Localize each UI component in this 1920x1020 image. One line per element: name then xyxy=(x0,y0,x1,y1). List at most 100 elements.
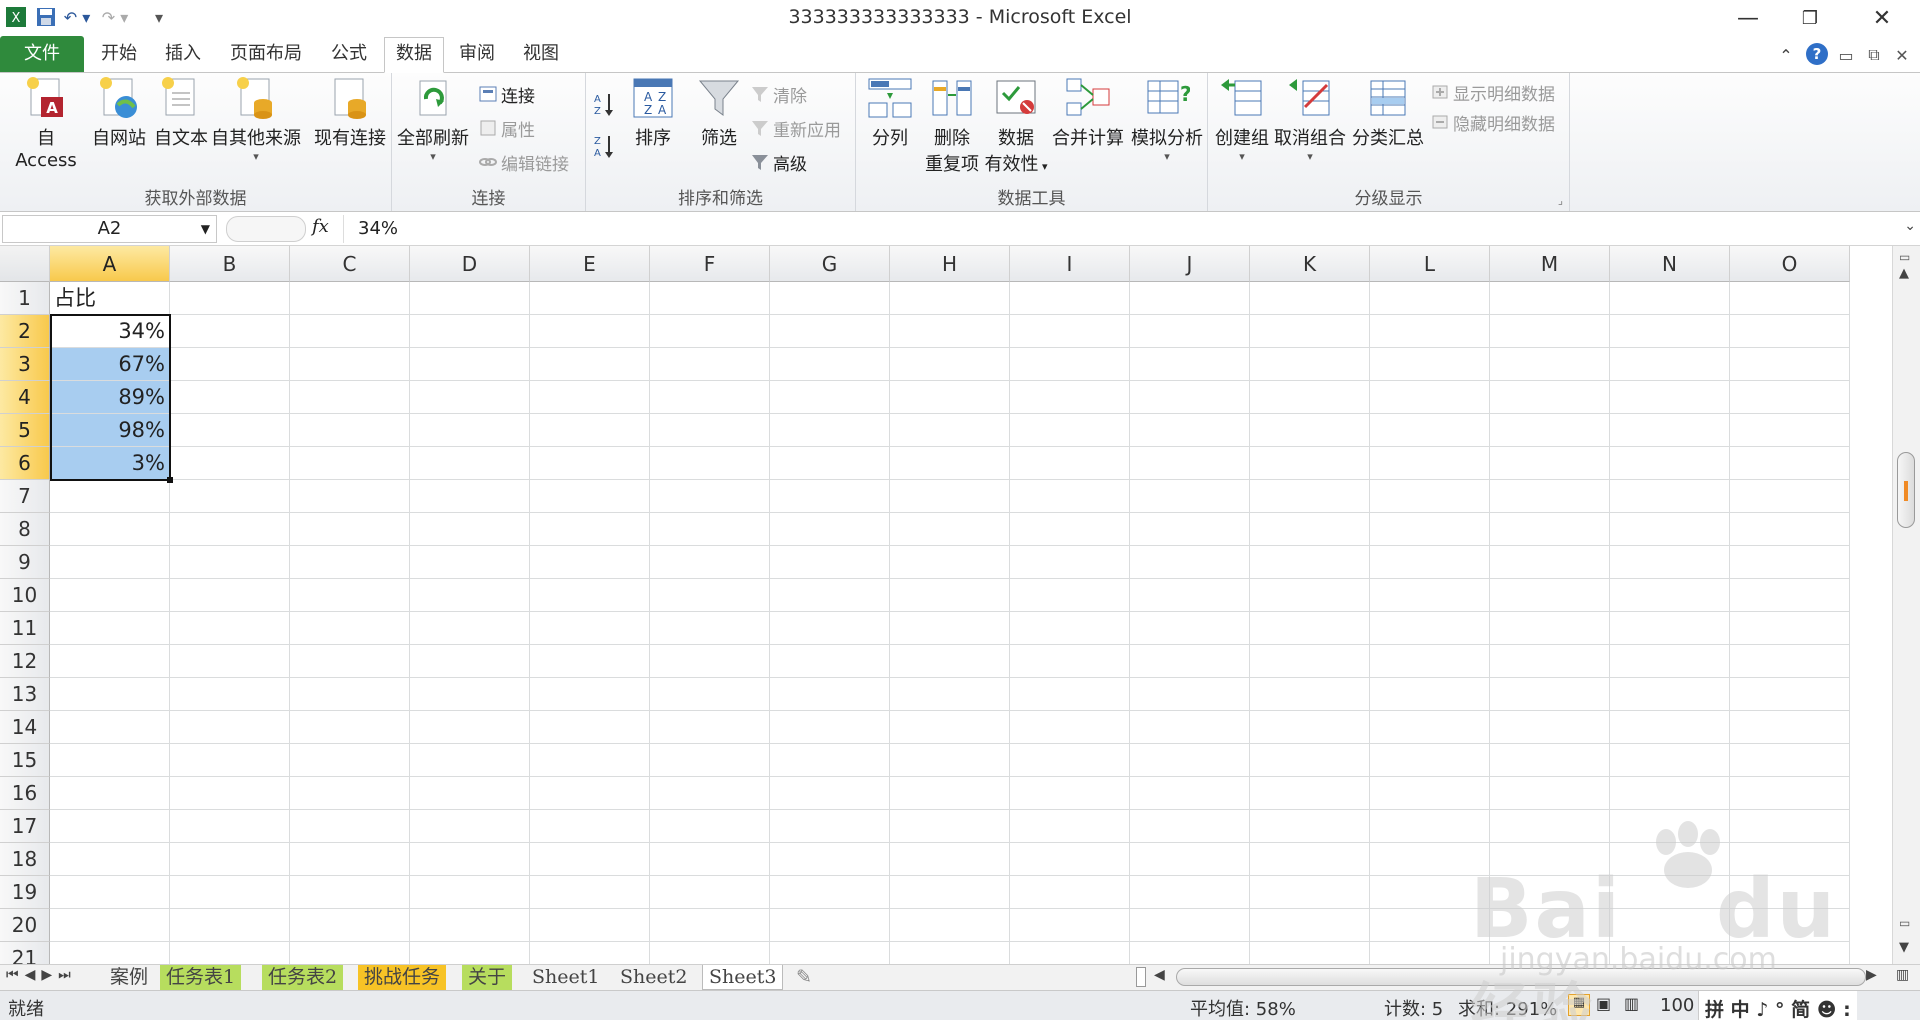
empty-cell[interactable] xyxy=(530,414,650,447)
empty-cell[interactable] xyxy=(1730,645,1850,678)
empty-cell[interactable] xyxy=(890,315,1010,348)
empty-cell[interactable] xyxy=(1490,909,1610,942)
sheet-tab-case[interactable]: 案例 xyxy=(104,965,154,990)
collapse-ribbon-icon[interactable]: ⌃ xyxy=(1776,42,1796,68)
empty-cell[interactable] xyxy=(650,579,770,612)
sheet-tab-task1[interactable]: 任务表1 xyxy=(160,965,242,990)
cell-a2[interactable]: 34% xyxy=(50,315,170,348)
empty-cell[interactable] xyxy=(1370,744,1490,777)
row-header[interactable]: 6 xyxy=(0,447,50,480)
empty-cell[interactable] xyxy=(170,447,290,480)
empty-cell[interactable] xyxy=(1730,480,1850,513)
sort-asc-button[interactable]: AZ xyxy=(594,89,614,117)
empty-cell[interactable] xyxy=(1490,579,1610,612)
empty-cell[interactable] xyxy=(1490,612,1610,645)
empty-cell[interactable] xyxy=(1730,348,1850,381)
empty-cell[interactable] xyxy=(650,711,770,744)
empty-cell[interactable] xyxy=(1250,612,1370,645)
empty-cell[interactable] xyxy=(1610,348,1730,381)
empty-cell[interactable] xyxy=(1130,480,1250,513)
empty-cell[interactable] xyxy=(890,381,1010,414)
empty-cell[interactable] xyxy=(1010,447,1130,480)
empty-cell[interactable] xyxy=(410,513,530,546)
empty-cell[interactable] xyxy=(890,282,1010,315)
empty-cell[interactable] xyxy=(1250,480,1370,513)
empty-cell[interactable] xyxy=(650,645,770,678)
empty-cell[interactable] xyxy=(1010,876,1130,909)
empty-cell[interactable] xyxy=(50,678,170,711)
doc-minimize-icon[interactable]: ▭ xyxy=(1836,42,1856,68)
empty-cell[interactable] xyxy=(50,810,170,843)
empty-cell[interactable] xyxy=(890,876,1010,909)
empty-cell[interactable] xyxy=(1370,381,1490,414)
column-header[interactable]: G xyxy=(770,246,890,282)
empty-cell[interactable] xyxy=(1130,942,1250,964)
empty-cell[interactable] xyxy=(410,447,530,480)
empty-cell[interactable] xyxy=(1130,810,1250,843)
hide-detail-button[interactable]: 隐藏明细数据 xyxy=(1430,109,1555,135)
empty-cell[interactable] xyxy=(890,744,1010,777)
empty-cell[interactable] xyxy=(1250,381,1370,414)
empty-cell[interactable] xyxy=(1010,282,1130,315)
empty-cell[interactable] xyxy=(170,711,290,744)
empty-cell[interactable] xyxy=(1490,414,1610,447)
column-header[interactable]: E xyxy=(530,246,650,282)
empty-cell[interactable] xyxy=(290,744,410,777)
sheet-tab-challenge[interactable]: 挑战任务 xyxy=(358,965,447,990)
empty-cell[interactable] xyxy=(1370,876,1490,909)
empty-cell[interactable] xyxy=(1610,942,1730,964)
from-web-button[interactable]: 自网站 xyxy=(88,75,150,150)
empty-cell[interactable] xyxy=(530,282,650,315)
empty-cell[interactable] xyxy=(50,480,170,513)
empty-cell[interactable] xyxy=(410,612,530,645)
empty-cell[interactable] xyxy=(770,546,890,579)
from-text-button[interactable]: 自文本 xyxy=(150,75,212,150)
empty-cell[interactable] xyxy=(890,348,1010,381)
empty-cell[interactable] xyxy=(650,876,770,909)
tab-data[interactable]: 数据 xyxy=(384,37,444,73)
empty-cell[interactable] xyxy=(1250,942,1370,964)
empty-cell[interactable] xyxy=(1130,678,1250,711)
empty-cell[interactable] xyxy=(650,414,770,447)
empty-cell[interactable] xyxy=(170,876,290,909)
empty-cell[interactable] xyxy=(890,711,1010,744)
name-box[interactable]: A2 ▼ xyxy=(2,215,217,243)
empty-cell[interactable] xyxy=(1610,513,1730,546)
empty-cell[interactable] xyxy=(1490,315,1610,348)
row-header[interactable]: 16 xyxy=(0,777,50,810)
select-all-corner[interactable] xyxy=(0,246,50,282)
empty-cell[interactable] xyxy=(770,480,890,513)
empty-cell[interactable] xyxy=(1610,645,1730,678)
zoom-level[interactable]: 100 xyxy=(1660,995,1694,1016)
empty-cell[interactable] xyxy=(1490,546,1610,579)
empty-cell[interactable] xyxy=(1610,480,1730,513)
empty-cell[interactable] xyxy=(1130,612,1250,645)
empty-cell[interactable] xyxy=(1370,909,1490,942)
empty-cell[interactable] xyxy=(1010,744,1130,777)
fill-handle[interactable] xyxy=(167,477,173,483)
empty-cell[interactable] xyxy=(890,546,1010,579)
connections-button[interactable]: 连接 xyxy=(478,81,535,107)
empty-cell[interactable] xyxy=(530,942,650,964)
empty-cell[interactable] xyxy=(650,942,770,964)
empty-cell[interactable] xyxy=(410,348,530,381)
empty-cell[interactable] xyxy=(1730,513,1850,546)
advanced-filter-button[interactable]: 高级 xyxy=(750,149,807,175)
show-detail-button[interactable]: 显示明细数据 xyxy=(1430,79,1555,105)
empty-cell[interactable] xyxy=(1490,876,1610,909)
empty-cell[interactable] xyxy=(170,678,290,711)
empty-cell[interactable] xyxy=(290,513,410,546)
empty-cell[interactable] xyxy=(770,876,890,909)
empty-cell[interactable] xyxy=(1730,810,1850,843)
empty-cell[interactable] xyxy=(290,315,410,348)
row-header[interactable]: 20 xyxy=(0,909,50,942)
empty-cell[interactable] xyxy=(1370,843,1490,876)
empty-cell[interactable] xyxy=(1730,744,1850,777)
empty-cell[interactable] xyxy=(50,744,170,777)
empty-cell[interactable] xyxy=(1250,348,1370,381)
tab-formulas[interactable]: 公式 xyxy=(320,38,378,70)
empty-cell[interactable] xyxy=(890,480,1010,513)
row-header[interactable]: 10 xyxy=(0,579,50,612)
empty-cell[interactable] xyxy=(530,612,650,645)
empty-cell[interactable] xyxy=(890,843,1010,876)
